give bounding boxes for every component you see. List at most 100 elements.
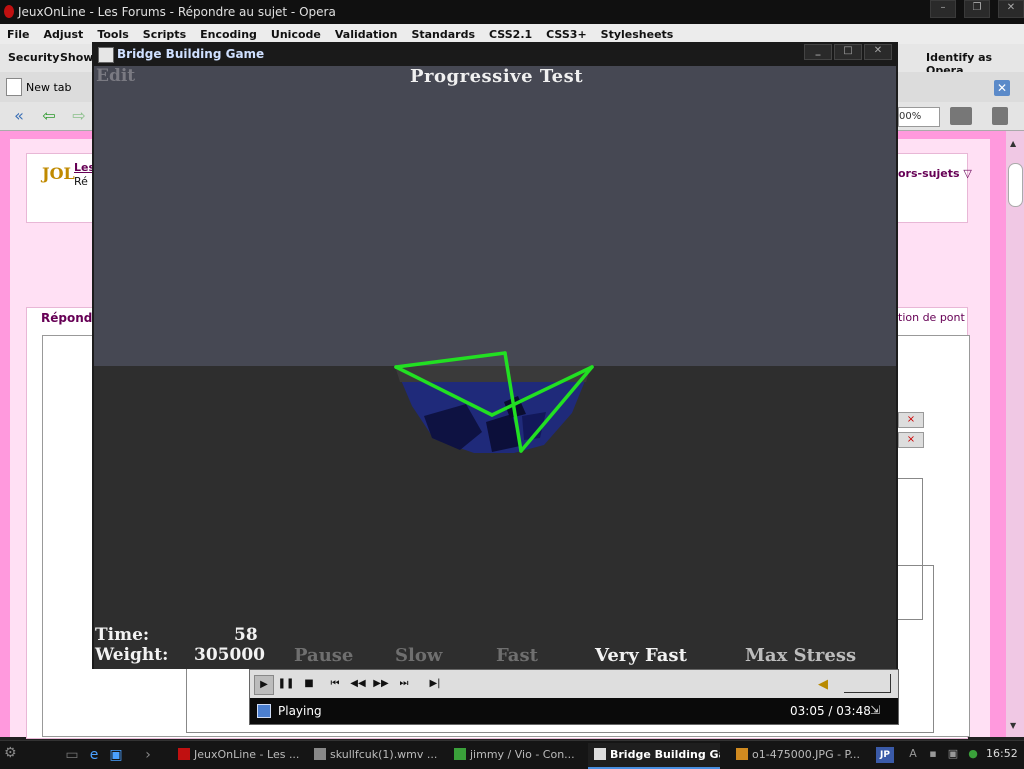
panel-icon[interactable] xyxy=(950,107,972,125)
hors-sujets-link[interactable]: ors-sujets ▽ xyxy=(898,167,972,180)
menu-css21[interactable]: CSS2.1 xyxy=(482,28,539,41)
messenger-tray-icon[interactable]: ● xyxy=(966,747,980,761)
rewind-icon[interactable]: ◀◀ xyxy=(349,675,367,693)
bridge-beam xyxy=(394,351,507,369)
start-button[interactable]: ⚙ xyxy=(4,745,44,765)
browser-window-title: JeuxOnLine - Les Forums - Répondre au su… xyxy=(18,5,336,19)
page-icon xyxy=(6,78,22,96)
menu-unicode[interactable]: Unicode xyxy=(264,28,328,41)
step-icon[interactable]: ▶| xyxy=(426,675,444,693)
menu-standards[interactable]: Standards xyxy=(404,28,482,41)
game-window: Bridge Building Game _ □ ✕ Edit Progress xyxy=(92,42,898,669)
volume-slider[interactable] xyxy=(844,674,891,693)
menu-scripts[interactable]: Scripts xyxy=(136,28,193,41)
playback-status: Playing xyxy=(278,704,322,718)
remove-button[interactable]: × xyxy=(898,412,924,428)
network-icon[interactable]: ▪ xyxy=(926,747,940,761)
game-close-button[interactable]: ✕ xyxy=(864,44,892,60)
taskbar: ⚙ ▭ e ▣ › JeuxOnLine - Les ... skullfcuk… xyxy=(0,740,1024,769)
video-file-icon xyxy=(314,748,326,760)
game-maximize-button[interactable]: □ xyxy=(834,44,862,60)
topic-title-fragment: tion de pont xyxy=(898,311,965,324)
browser-window-controls: – ❐ ✕ xyxy=(922,0,1024,18)
speed-pause-button[interactable]: Pause xyxy=(294,645,353,666)
taskbar-item-label: JeuxOnLine - Les ... xyxy=(194,748,300,761)
display-icon[interactable]: ▣ xyxy=(946,747,960,761)
zoom-field[interactable]: 00% xyxy=(898,107,940,127)
status-icon xyxy=(257,704,271,718)
speed-very-fast-button[interactable]: Very Fast xyxy=(595,645,687,666)
show-button[interactable]: Show xyxy=(60,51,93,64)
game-canvas[interactable]: Edit Progressive Test Time: 58 Weight: 3… xyxy=(94,66,896,669)
edit-mode-button[interactable]: Edit xyxy=(96,66,135,86)
back-icon[interactable]: ⇦ xyxy=(38,106,60,126)
game-icon xyxy=(594,748,606,760)
speed-max-stress-button[interactable]: Max Stress xyxy=(745,645,856,666)
play-icon[interactable]: ▶ xyxy=(254,675,274,695)
jol-logo[interactable]: JOL xyxy=(42,164,75,183)
new-tab-label: New tab xyxy=(26,80,72,94)
ie-icon[interactable]: e xyxy=(86,747,102,763)
expand-icon[interactable]: › xyxy=(140,747,156,763)
taskbar-item-opera[interactable]: JeuxOnLine - Les ... xyxy=(172,743,304,767)
fullscreen-icon[interactable]: ⇲ xyxy=(870,703,880,717)
menu-stylesheets[interactable]: Stylesheets xyxy=(594,28,681,41)
page-scrollbar[interactable]: ▲ ▼ xyxy=(1006,131,1024,737)
close-tab-icon[interactable]: ✕ xyxy=(994,80,1010,96)
time-label: Time: xyxy=(95,625,150,645)
paint-icon xyxy=(736,748,748,760)
taskbar-item-paint[interactable]: o1-475000.JPG - P... xyxy=(730,743,862,767)
weight-value: 305000 xyxy=(194,645,265,665)
clock: 16:52 xyxy=(986,747,1018,760)
taskbar-item-label: skullfcuk(1).wmv ... xyxy=(330,748,438,761)
scroll-up-icon[interactable]: ▲ xyxy=(1010,139,1020,148)
time-value: 58 xyxy=(234,625,258,645)
language-indicator[interactable]: JP xyxy=(876,747,894,763)
scrollbar-thumb[interactable] xyxy=(1008,163,1023,207)
messenger-icon xyxy=(454,748,466,760)
stop-icon[interactable]: ■ xyxy=(300,675,318,693)
remove-button[interactable]: × xyxy=(898,432,924,448)
game-title-bar: Bridge Building Game _ □ ✕ xyxy=(92,42,898,66)
security-button[interactable]: Security xyxy=(8,51,59,64)
forward-icon[interactable]: ⇨ xyxy=(68,106,90,126)
new-tab-button[interactable]: New tab xyxy=(6,77,72,97)
browser-title-bar: JeuxOnLine - Les Forums - Répondre au su… xyxy=(0,0,1024,24)
taskbar-item-label: jimmy / Vio - Con... xyxy=(470,748,575,761)
rewind-icon[interactable]: « xyxy=(8,106,30,126)
fast-forward-icon[interactable]: ▶▶ xyxy=(372,675,390,693)
close-button[interactable]: ✕ xyxy=(998,0,1024,18)
taskbar-item-video[interactable]: skullfcuk(1).wmv ... xyxy=(308,743,440,767)
reply-heading: Répond xyxy=(41,311,93,325)
menu-validation[interactable]: Validation xyxy=(328,28,405,41)
game-minimize-button[interactable]: _ xyxy=(804,44,832,60)
menu-tools[interactable]: Tools xyxy=(90,28,135,41)
scroll-down-icon[interactable]: ▼ xyxy=(1010,721,1020,730)
playback-time: 03:05 / 03:48 xyxy=(790,704,871,718)
taskbar-item-messenger[interactable]: jimmy / Vio - Con... xyxy=(448,743,580,767)
volume-icon[interactable]: ◀ xyxy=(818,677,828,692)
ime-icon[interactable]: A xyxy=(906,747,920,761)
speed-slow-button[interactable]: Slow xyxy=(395,645,442,666)
taskbar-item-bridge-game[interactable]: Bridge Building Ga... xyxy=(588,743,720,769)
minimize-button[interactable]: – xyxy=(930,0,956,18)
speed-fast-button[interactable]: Fast xyxy=(496,645,538,666)
trash-icon[interactable] xyxy=(992,107,1008,125)
pause-icon[interactable]: ❚❚ xyxy=(277,675,295,693)
menu-css3[interactable]: CSS3+ xyxy=(539,28,594,41)
menu-encoding[interactable]: Encoding xyxy=(193,28,264,41)
restore-button[interactable]: ❐ xyxy=(964,0,990,18)
menu-adjust[interactable]: Adjust xyxy=(37,28,91,41)
game-window-title: Bridge Building Game xyxy=(117,47,265,61)
show-desktop-icon[interactable]: ▭ xyxy=(64,747,80,763)
game-window-controls: _ □ ✕ xyxy=(804,44,892,60)
menu-bar: File Adjust Tools Scripts Encoding Unico… xyxy=(0,24,1024,44)
opera-icon xyxy=(178,748,190,760)
game-window-icon xyxy=(98,47,114,63)
menu-file[interactable]: File xyxy=(0,28,37,41)
player-status-bar: Playing 03:05 / 03:48 ⇲ xyxy=(250,698,898,724)
media-icon[interactable]: ▣ xyxy=(108,747,124,763)
next-icon[interactable]: ⏭ xyxy=(395,675,413,693)
opera-logo-icon xyxy=(4,5,14,18)
previous-icon[interactable]: ⏮ xyxy=(326,675,344,693)
